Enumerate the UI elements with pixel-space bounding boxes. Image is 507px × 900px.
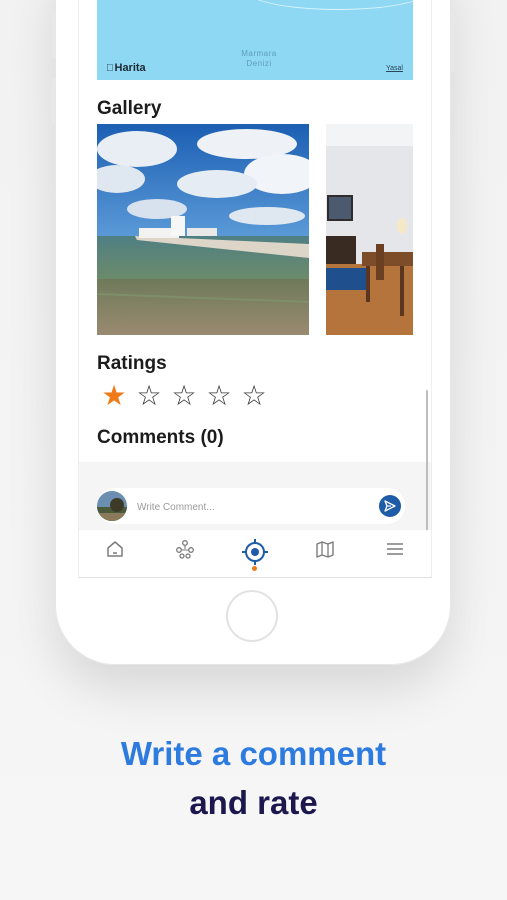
app-screen: Marmara Denizi Harita Yasal Gallery [78, 0, 432, 578]
active-tab-indicator [252, 566, 257, 571]
comment-composer [97, 488, 405, 524]
map-view[interactable]: Marmara Denizi Harita Yasal [97, 0, 413, 80]
rating-stars[interactable]: ★ ☆ ☆ ☆ ☆ [101, 380, 267, 412]
send-button[interactable] [379, 495, 401, 517]
map-icon [316, 541, 334, 558]
people-network-icon [176, 540, 194, 559]
volume-button [52, 78, 55, 124]
ratings-title: Ratings [97, 353, 167, 374]
power-button [451, 12, 454, 72]
star-3-icon[interactable]: ☆ [171, 380, 197, 412]
map-logo-text: Harita [107, 62, 146, 74]
home-icon [107, 541, 123, 557]
tab-explore[interactable] [240, 539, 270, 567]
map-legal-link[interactable]: Yasal [386, 65, 403, 72]
comments-title: Comments (0) [97, 427, 224, 448]
map-sea-label-line1: Marmara [241, 49, 277, 58]
menu-icon [387, 543, 403, 555]
map-road [247, 0, 413, 10]
send-icon [384, 500, 396, 512]
star-5-icon[interactable]: ☆ [241, 380, 267, 412]
star-4-icon[interactable]: ☆ [206, 380, 232, 412]
user-avatar [97, 491, 127, 521]
star-2-icon[interactable]: ☆ [136, 380, 162, 412]
volume-button [52, 12, 55, 58]
map-sea-label-line2: Denizi [246, 59, 272, 68]
tab-home[interactable] [100, 539, 130, 567]
location-target-icon [242, 539, 268, 565]
map-sea-label: Marmara Denizi [229, 49, 289, 69]
apple-logo-icon:  [106, 63, 114, 74]
gallery-photo-room[interactable] [326, 124, 413, 335]
scrollbar[interactable] [426, 390, 428, 532]
bottom-tab-bar [79, 530, 431, 576]
star-1-icon[interactable]: ★ [101, 380, 127, 412]
headline-line-1: Write a comment [120, 735, 387, 772]
map-logo: Harita [106, 62, 146, 74]
tab-community[interactable] [170, 539, 200, 567]
home-hardware-button[interactable] [226, 590, 278, 642]
headline-line-2: and rate [189, 784, 318, 821]
gallery-photo-pier[interactable] [97, 124, 309, 335]
tab-map[interactable] [310, 539, 340, 567]
comment-input[interactable] [135, 497, 359, 517]
gallery-title: Gallery [97, 98, 162, 119]
tab-menu[interactable] [380, 539, 410, 567]
